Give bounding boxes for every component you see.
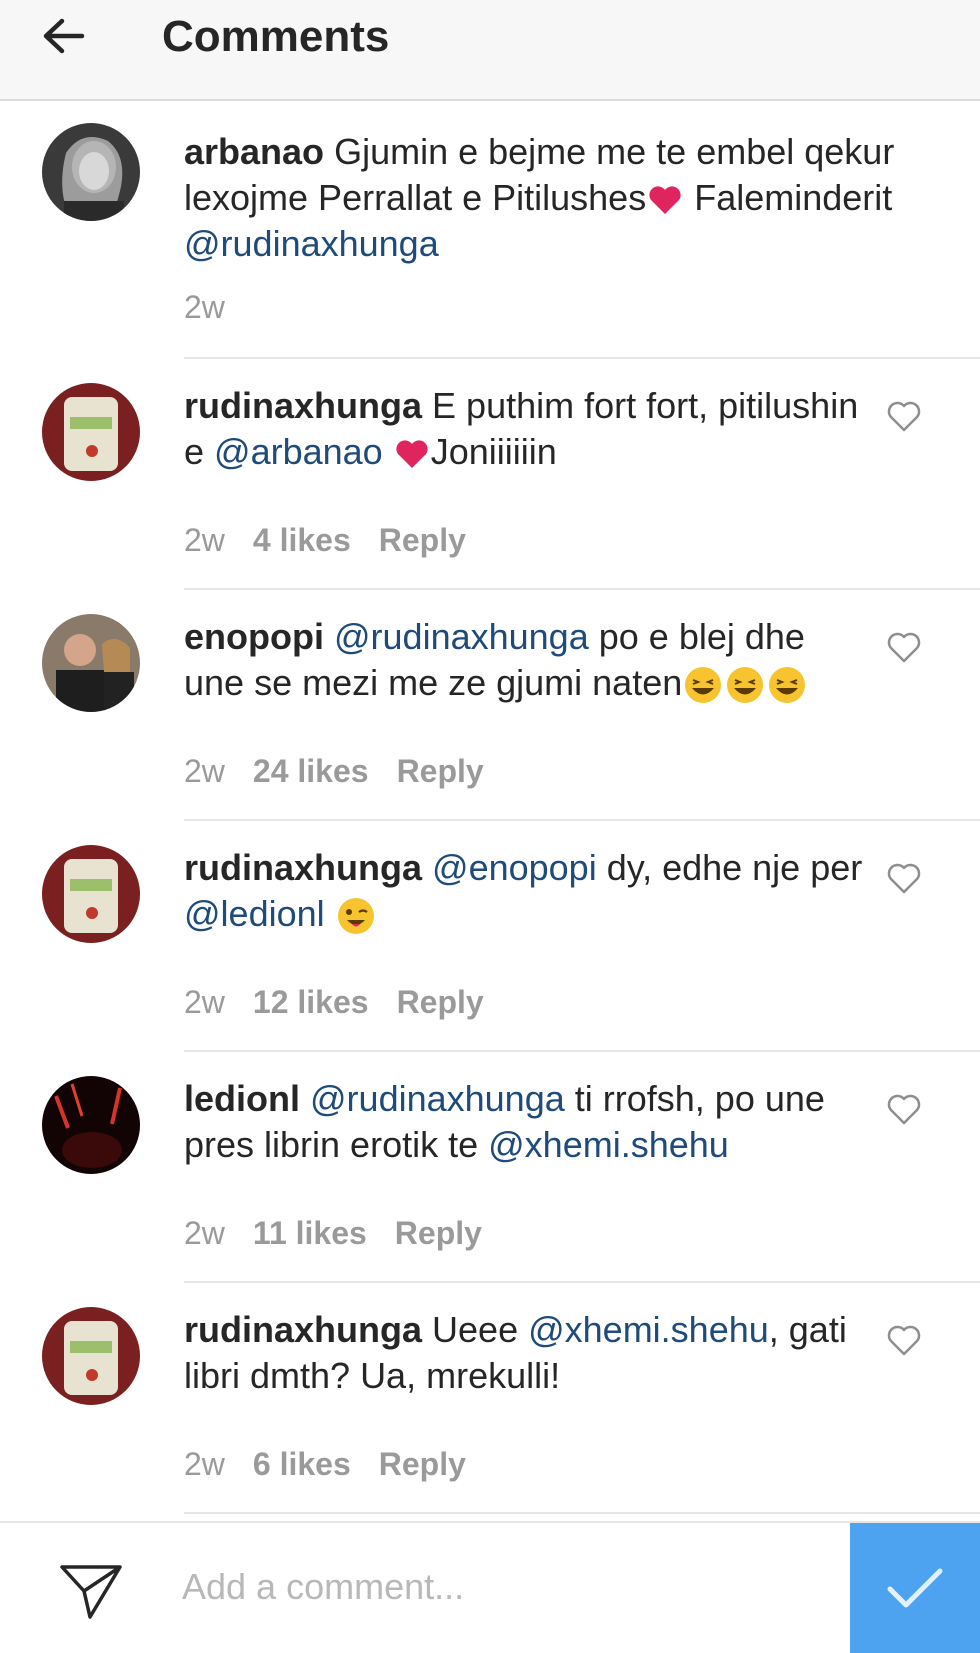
mention-link[interactable]: @rudinaxhunga — [310, 1078, 565, 1119]
like-heart-icon[interactable] — [886, 630, 922, 664]
comment-meta: 2w 12 likes Reply — [184, 984, 484, 1021]
comment-item: rudinaxhunga Ueee @xhemi.shehu, gati lib… — [0, 1283, 980, 1514]
likes-count[interactable]: 24 likes — [253, 753, 369, 790]
avatar[interactable] — [42, 845, 140, 943]
red-heart-icon — [396, 440, 428, 469]
comment-input[interactable] — [180, 1551, 824, 1623]
comment-meta: 2w 4 likes Reply — [184, 522, 466, 559]
comment-username[interactable]: arbanao — [184, 131, 324, 172]
reply-button[interactable]: Reply — [397, 984, 484, 1021]
page-title: Comments — [162, 12, 390, 61]
comment-body: Joniiiiiin — [430, 431, 557, 472]
laughing-emoji-icon — [685, 667, 722, 704]
mention-link[interactable]: @xhemi.shehu — [488, 1124, 729, 1165]
arrow-left-icon — [43, 18, 85, 54]
comment-item: rudinaxhunga @enopopi dy, edhe nje per @… — [0, 821, 980, 1052]
laughing-emoji-icon — [769, 667, 806, 704]
mention-link[interactable]: @arbanao — [214, 431, 383, 472]
comment-username[interactable]: enopopi — [184, 616, 324, 657]
reply-button[interactable]: Reply — [379, 1446, 466, 1483]
back-button[interactable] — [36, 10, 92, 66]
like-heart-icon[interactable] — [886, 861, 922, 895]
comment-time: 2w — [184, 522, 225, 558]
comment-body: Faleminderit — [684, 177, 893, 218]
mention-link[interactable]: @rudinaxhunga — [334, 616, 589, 657]
comment-text: enopopi @rudinaxhunga po e blej dhe une … — [184, 614, 874, 706]
comment-body: dy, edhe nje per — [606, 847, 863, 888]
comment-text: arbanao Gjumin e bejme me te embel qekur… — [184, 129, 954, 267]
comment-meta: 2w 24 likes Reply — [184, 753, 484, 790]
comment-time: 2w — [184, 984, 225, 1020]
likes-count[interactable]: 6 likes — [253, 1446, 351, 1483]
mention-link[interactable]: @xhemi.shehu — [528, 1309, 769, 1350]
comment-username[interactable]: ledionl — [184, 1078, 300, 1119]
comment-username[interactable]: rudinaxhunga — [184, 847, 422, 888]
comment-item: ledionl @rudinaxhunga ti rrofsh, po une … — [0, 1052, 980, 1283]
comments-list: arbanao Gjumin e bejme me te embel qekur… — [0, 101, 980, 1521]
reply-button[interactable]: Reply — [379, 522, 466, 559]
comment-meta: 2w — [184, 289, 225, 326]
avatar[interactable] — [42, 1307, 140, 1405]
comment-username[interactable]: rudinaxhunga — [184, 385, 422, 426]
reply-button[interactable]: Reply — [397, 753, 484, 790]
mention-link[interactable]: @rudinaxhunga — [184, 223, 439, 264]
comment-item: enopopi @rudinaxhunga po e blej dhe une … — [0, 590, 980, 821]
paper-plane-icon[interactable] — [58, 1561, 124, 1621]
avatar[interactable] — [42, 123, 140, 221]
comment-meta: 2w 11 likes Reply — [184, 1215, 482, 1252]
post-button[interactable] — [850, 1523, 980, 1653]
comment-composer — [0, 1521, 980, 1653]
like-heart-icon[interactable] — [886, 399, 922, 433]
comment-body: Ueee — [432, 1309, 529, 1350]
avatar[interactable] — [42, 383, 140, 481]
comment-username[interactable]: rudinaxhunga — [184, 1309, 422, 1350]
likes-count[interactable]: 11 likes — [253, 1215, 367, 1252]
avatar[interactable] — [42, 614, 140, 712]
like-heart-icon[interactable] — [886, 1323, 922, 1357]
comment-time: 2w — [184, 289, 225, 325]
checkmark-icon — [887, 1568, 943, 1608]
comment-meta: 2w 6 likes Reply — [184, 1446, 466, 1483]
comment-item: arbanao Gjumin e bejme me te embel qekur… — [0, 101, 980, 359]
comment-time: 2w — [184, 1446, 225, 1482]
comment-text: ledionl @rudinaxhunga ti rrofsh, po une … — [184, 1076, 874, 1168]
likes-count[interactable]: 4 likes — [253, 522, 351, 559]
comment-time: 2w — [184, 1215, 225, 1251]
like-heart-icon[interactable] — [886, 1092, 922, 1126]
top-bar: Comments — [0, 0, 980, 101]
winking-emoji-icon — [337, 898, 374, 935]
reply-button[interactable]: Reply — [395, 1215, 482, 1252]
avatar[interactable] — [42, 1076, 140, 1174]
laughing-emoji-icon — [727, 667, 764, 704]
mention-link[interactable]: @enopopi — [432, 847, 597, 888]
red-heart-icon — [649, 186, 681, 215]
likes-count[interactable]: 12 likes — [253, 984, 369, 1021]
divider — [184, 1512, 980, 1514]
comment-text: rudinaxhunga E puthim fort fort, pitilus… — [184, 383, 874, 475]
comment-item: rudinaxhunga E puthim fort fort, pitilus… — [0, 359, 980, 590]
comment-text: rudinaxhunga @enopopi dy, edhe nje per @… — [184, 845, 874, 937]
mention-link[interactable]: @ledionl — [184, 893, 325, 934]
comment-text: rudinaxhunga Ueee @xhemi.shehu, gati lib… — [184, 1307, 874, 1399]
comment-time: 2w — [184, 753, 225, 789]
